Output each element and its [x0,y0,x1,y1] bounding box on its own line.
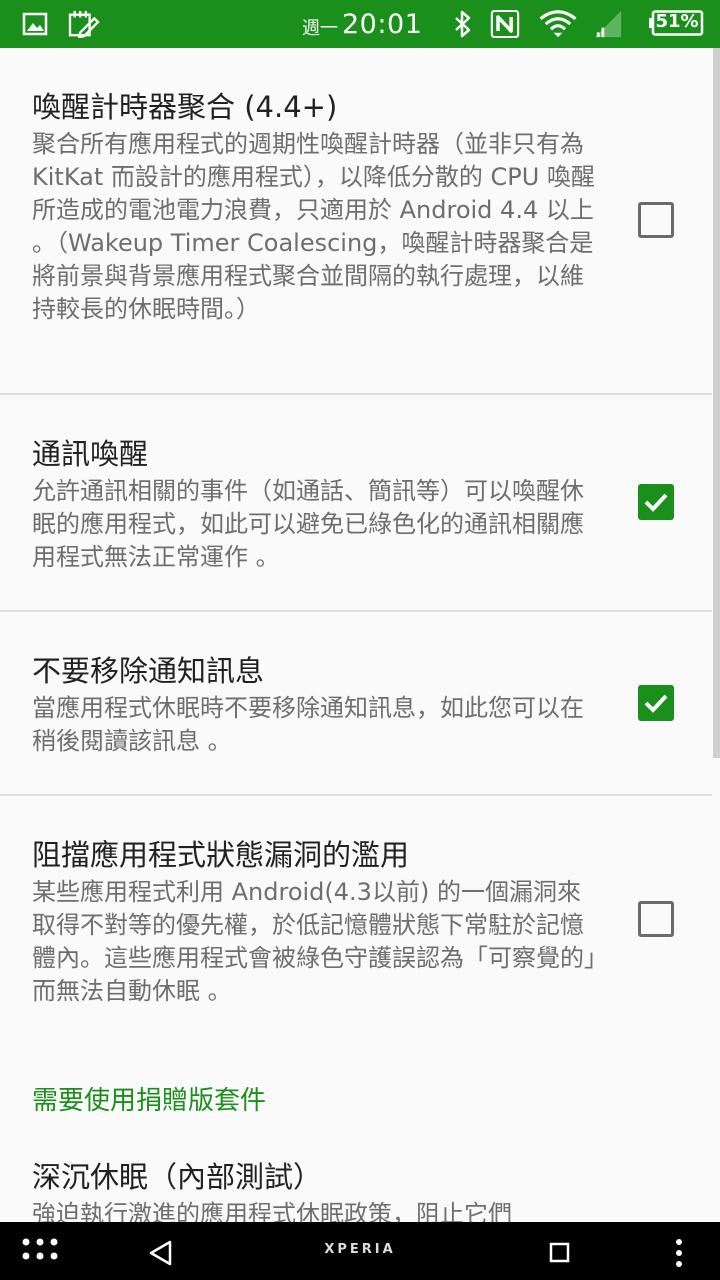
bluetooth-icon [455,10,471,38]
pref-summary: 當應用程式休眠時不要移除通知訊息，如此您可以在稍後閱讀該訊息 。 [32,694,584,755]
pref-checkbox[interactable] [638,202,674,238]
pref-title: 阻擋應用程式狀態漏洞的濫用 [32,838,410,872]
scrollbar[interactable] [713,48,720,758]
wifi-icon [539,10,577,38]
back-icon[interactable] [140,1222,180,1280]
pref-block-app-state-abuse[interactable]: 阻擋應用程式狀態漏洞的濫用 某些應用程式利用 Android(4.3以前) 的一… [0,796,712,1036]
battery-icon: 51% [648,10,704,36]
status-clock: 週一 20:01 [302,6,422,42]
category-header-donation: 需要使用捐贈版套件 [32,1086,267,1116]
navigation-bar: XPERIA [0,1222,720,1280]
day-of-week: 週一 [302,18,338,39]
apps-grid-icon[interactable] [14,1222,66,1280]
signal-icon [594,10,622,38]
pref-summary: 強迫執行激進的應用程式休眠政策，阻止它們 [32,1200,512,1222]
pref-summary: 某些應用程式利用 Android(4.3以前) 的一個漏洞來取得不對等的優先權，… [32,878,596,1005]
pref-checkbox[interactable] [638,484,674,520]
pref-title: 喚醒計時器聚合 (4.4+) [32,90,338,124]
settings-list[interactable]: 喚醒計時器聚合 (4.4+) 聚合所有應用程式的週期性喚醒計時器（並非只有為 K… [0,48,720,1222]
battery-level: 51% [655,11,699,32]
pref-deep-hibernation[interactable]: 深沉休眠（內部測試） 強迫執行激進的應用程式休眠政策，阻止它們 [0,1138,712,1222]
pref-wakeup-timer-coalescing[interactable]: 喚醒計時器聚合 (4.4+) 聚合所有應用程式的週期性喚醒計時器（並非只有為 K… [0,48,712,394]
pref-summary: 允許通訊相關的事件（如通話、簡訊等）可以喚醒休眠的應用程式，如此可以避免已綠色化… [32,477,584,571]
pref-summary: 聚合所有應用程式的週期性喚醒計時器（並非只有為 KitKat 而設計的應用程式）… [32,130,595,323]
pref-communication-wakeup[interactable]: 通訊喚醒 允許通訊相關的事件（如通話、簡訊等）可以喚醒休眠的應用程式，如此可以避… [0,395,712,611]
nfc-icon [490,10,520,38]
time: 20:01 [342,8,423,40]
recents-icon[interactable] [540,1222,580,1280]
pref-title: 通訊喚醒 [32,437,149,471]
overflow-menu-icon[interactable] [664,1222,694,1280]
pref-title: 不要移除通知訊息 [32,654,265,688]
pref-keep-notifications[interactable]: 不要移除通知訊息 當應用程式休眠時不要移除通知訊息，如此您可以在稍後閱讀該訊息 … [0,612,712,795]
pref-checkbox[interactable] [638,685,674,721]
edit-note-icon [68,10,100,38]
pref-title: 深沉休眠（內部測試） [32,1160,323,1194]
status-bar: 週一 20:01 51% [0,0,720,48]
brand-label: XPERIA [324,1242,396,1257]
check-icon [644,694,668,713]
image-icon [22,12,48,36]
check-icon [644,493,668,512]
pref-checkbox[interactable] [638,901,674,937]
